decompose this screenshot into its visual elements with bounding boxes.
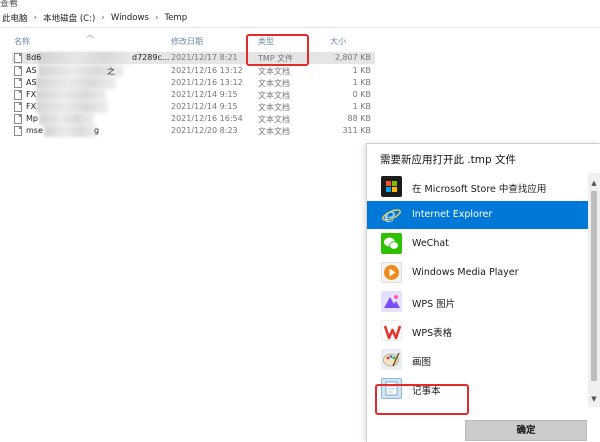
app-list: 在 Microsoft Store 中查找应用 e Internet Explo… <box>367 173 600 407</box>
file-name: 8d6 <box>26 53 42 62</box>
blurred-filename <box>36 101 108 113</box>
ok-button[interactable]: 确定 <box>465 420 587 441</box>
table-row[interactable]: AS 之 2021/12/16 13:12 文本文档 1 KB <box>12 65 375 77</box>
file-date: 2021/12/17 8:21 <box>171 53 238 62</box>
breadcrumb-local-disk[interactable]: 本地磁盘 (C:) <box>43 12 95 24</box>
file-type: 文本文档 <box>258 91 290 100</box>
blurred-filename <box>38 52 133 64</box>
chevron-right-icon[interactable]: › <box>34 13 38 23</box>
open-with-dialog: 需要新应用打开此 .tmp 文件 在 Microsoft Store 中查找应用… <box>366 143 600 442</box>
blurred-filename <box>36 89 106 101</box>
file-type: 文本文档 <box>258 115 290 124</box>
table-row[interactable]: AS 2021/12/16 13:12 文本文档 1 KB <box>12 77 375 89</box>
file-name: FX <box>26 102 37 111</box>
table-row[interactable]: FX 2021/12/14 9:15 文本文档 0 KB <box>12 89 375 101</box>
sort-caret-icon: ︿ <box>86 30 94 39</box>
table-row[interactable]: 8d6 d7289c... 2021/12/17 8:21 TMP 文件 2,8… <box>12 52 375 64</box>
app-item-wps-picture[interactable]: WPS 图片 <box>367 288 600 316</box>
column-header-size[interactable]: 大小 <box>330 36 346 47</box>
scrollbar-thumb[interactable] <box>591 191 597 381</box>
app-item-wechat[interactable]: WeChat <box>367 230 600 258</box>
file-date: 2021/12/20 8:23 <box>171 126 238 135</box>
app-label: 在 Microsoft Store 中查找应用 <box>412 184 547 195</box>
column-header-name[interactable]: 名称 <box>14 36 30 47</box>
breadcrumb-this-pc[interactable]: 此电脑 <box>2 12 28 24</box>
table-row[interactable]: mse g 2021/12/20 8:23 文本文档 311 KB <box>12 125 375 137</box>
file-date: 2021/12/14 9:15 <box>171 90 238 99</box>
app-label: Internet Explorer <box>412 209 493 220</box>
file-icon <box>14 114 22 124</box>
app-item-paint[interactable]: 画图 <box>367 346 600 374</box>
internet-explorer-icon: e <box>381 203 402 227</box>
app-label: 画图 <box>412 357 432 368</box>
column-header-date[interactable]: 修改日期 <box>171 36 203 47</box>
app-label: WeChat <box>412 238 449 249</box>
file-date: 2021/12/14 9:15 <box>171 102 238 111</box>
chevron-right-icon[interactable]: › <box>155 13 159 23</box>
file-name: FX <box>26 90 37 99</box>
app-item-internet-explorer[interactable]: e Internet Explorer <box>367 201 600 229</box>
store-icon <box>381 176 402 197</box>
file-icon <box>14 90 22 100</box>
paint-icon <box>381 349 402 370</box>
wps-picture-icon <box>381 291 402 312</box>
window-top-strip: 查看 <box>0 0 600 9</box>
wps-spreadsheet-icon <box>381 320 402 341</box>
file-size: 88 KB <box>347 114 371 123</box>
breadcrumb-temp[interactable]: Temp <box>164 13 187 23</box>
app-label: WPS表格 <box>412 328 453 339</box>
scroll-down-icon[interactable]: ▼ <box>588 393 600 405</box>
file-size: 1 KB <box>352 66 371 75</box>
file-name-suffix: d7289c... <box>132 53 170 62</box>
file-name: AS <box>26 78 37 87</box>
file-size: 1 KB <box>352 78 371 87</box>
media-player-icon <box>381 262 402 283</box>
file-date: 2021/12/16 13:12 <box>171 66 243 75</box>
file-size: 2,807 KB <box>334 53 371 62</box>
file-type: 文本文档 <box>258 79 290 88</box>
app-item-store[interactable]: 在 Microsoft Store 中查找应用 <box>367 173 600 201</box>
file-size: 311 KB <box>342 126 371 135</box>
annotation-box-notepad <box>375 384 469 415</box>
file-date: 2021/12/16 13:12 <box>171 78 243 87</box>
annotation-box-type <box>246 34 309 66</box>
file-size: 1 KB <box>352 102 371 111</box>
app-list-scrollbar[interactable]: ▲ ▼ <box>588 173 600 407</box>
table-row[interactable]: FX 2021/12/14 9:15 文本文档 1 KB <box>12 101 375 113</box>
wechat-icon <box>381 233 402 254</box>
table-row[interactable]: Mp 2021/12/16 16:54 文本文档 88 KB <box>12 113 375 125</box>
file-name: AS <box>26 66 37 75</box>
file-type: 文本文档 <box>258 67 290 76</box>
file-name-suffix: 之 <box>107 67 115 76</box>
file-icon <box>14 66 22 76</box>
blurred-filename <box>39 113 94 125</box>
file-name: Mp <box>26 114 38 123</box>
breadcrumb: 此电脑 › 本地磁盘 (C:) › Windows › Temp <box>0 8 600 28</box>
file-icon <box>14 78 22 88</box>
app-item-media-player[interactable]: Windows Media Player <box>367 259 600 287</box>
dialog-title: 需要新应用打开此 .tmp 文件 <box>380 154 517 166</box>
file-type: 文本文档 <box>258 103 290 112</box>
file-size: 0 KB <box>352 90 371 99</box>
app-label: WPS 图片 <box>412 299 456 310</box>
blurred-filename <box>44 125 96 137</box>
file-icon <box>14 102 22 112</box>
app-label: Windows Media Player <box>412 267 519 278</box>
file-type: 文本文档 <box>258 127 290 136</box>
blurred-filename <box>36 77 116 89</box>
file-icon <box>14 53 22 63</box>
file-name: mse <box>26 126 43 135</box>
scroll-up-icon[interactable]: ▲ <box>588 177 600 189</box>
file-list: ︿ 名称 修改日期 类型 大小 8d6 d7289c... 2021/12/17… <box>0 28 380 143</box>
file-date: 2021/12/16 16:54 <box>171 114 243 123</box>
file-name-suffix: g <box>94 126 100 135</box>
app-item-wps-spreadsheet[interactable]: WPS表格 <box>367 317 600 345</box>
file-icon <box>14 126 22 136</box>
breadcrumb-windows[interactable]: Windows <box>111 13 149 23</box>
chevron-right-icon[interactable]: › <box>101 13 105 23</box>
